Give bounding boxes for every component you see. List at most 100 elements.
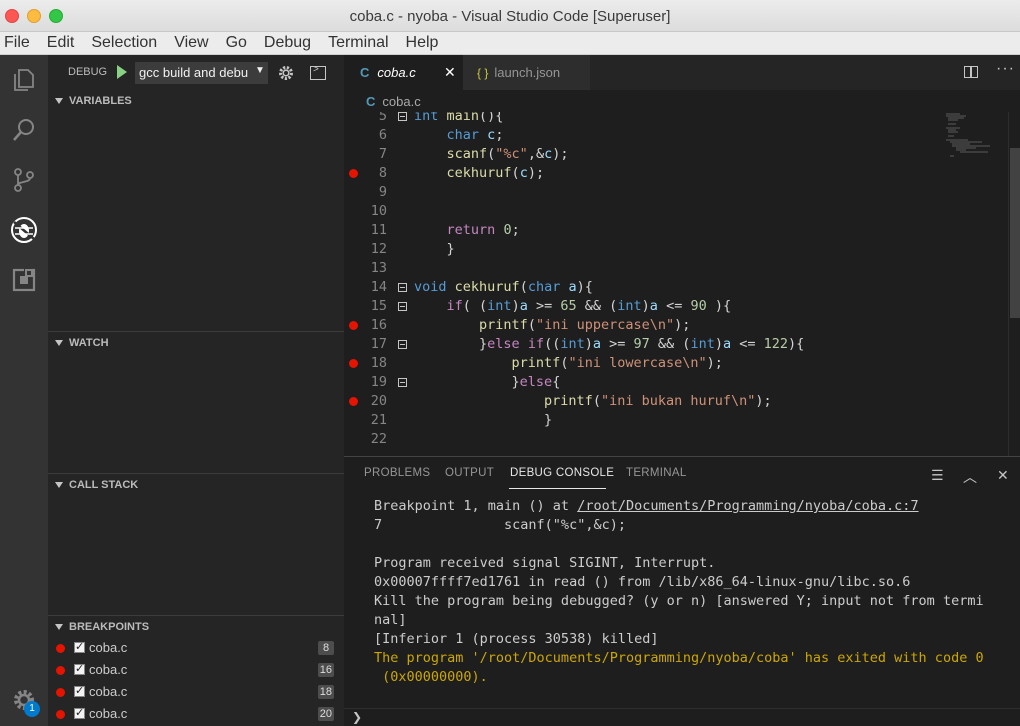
minimap[interactable] bbox=[946, 112, 1008, 456]
more-actions-icon[interactable]: ··· bbox=[996, 60, 1015, 78]
code-line: 11 return 0; bbox=[344, 221, 946, 240]
extensions-icon bbox=[12, 268, 36, 292]
breakpoint-item[interactable]: coba.c 18 bbox=[48, 681, 344, 703]
code-line: 18 printf("ini lowercase\n"); bbox=[344, 354, 946, 373]
menu-file[interactable]: File bbox=[4, 34, 30, 52]
menu-bar: File Edit Selection View Go Debug Termin… bbox=[0, 32, 1020, 55]
line-number: 22 bbox=[370, 431, 387, 447]
debug-icon bbox=[11, 217, 37, 243]
breakpoint-line-badge: 20 bbox=[317, 707, 334, 721]
scrollbar-thumb[interactable] bbox=[1010, 148, 1020, 318]
editor-tab-bar: C coba.c ✕ { } launch.json ··· bbox=[344, 55, 1020, 90]
breakpoint-line-badge: 18 bbox=[317, 685, 334, 699]
split-editor-icon[interactable] bbox=[964, 66, 978, 78]
breadcrumb-file[interactable]: coba.c bbox=[382, 94, 420, 109]
maximize-panel-icon[interactable]: ︿ bbox=[963, 467, 977, 487]
tab-debug-console[interactable]: DEBUG CONSOLE bbox=[510, 467, 614, 479]
breakpoint-file: coba.c bbox=[89, 640, 128, 655]
watch-title: WATCH bbox=[69, 336, 109, 349]
breakpoint-enable-checkbox[interactable] bbox=[74, 684, 85, 697]
fold-icon[interactable] bbox=[398, 283, 407, 292]
menu-terminal[interactable]: Terminal bbox=[328, 34, 388, 52]
minimap-preview bbox=[946, 113, 990, 157]
debug-toolbar: DEBUG gcc build and debu ▼ bbox=[48, 55, 344, 90]
tab-problems[interactable]: PROBLEMS bbox=[364, 467, 430, 479]
breakpoints-title: BREAKPOINTS bbox=[69, 620, 150, 633]
breakpoint-enable-checkbox[interactable] bbox=[74, 706, 85, 719]
tab-label: coba.c bbox=[377, 65, 416, 80]
notification-badge: 1 bbox=[24, 701, 40, 717]
line-number: 10 bbox=[370, 203, 387, 219]
breakpoint-item[interactable]: coba.c 16 bbox=[48, 659, 344, 681]
code-line: 20 printf("ini bukan huruf\n"); bbox=[344, 392, 946, 411]
line-number: 18 bbox=[370, 355, 387, 371]
code-line: 8 cekhuruf(c); bbox=[344, 164, 946, 183]
debug-label: DEBUG bbox=[68, 66, 108, 78]
debug-console-input[interactable]: ❯ bbox=[344, 708, 1020, 726]
debug-console-icon[interactable] bbox=[310, 64, 326, 80]
extensions-button[interactable] bbox=[0, 256, 48, 304]
code-line: 5 int main(){ bbox=[344, 112, 946, 126]
breakpoint-item[interactable]: coba.c 20 bbox=[48, 703, 344, 725]
tab-launch-json[interactable]: { } launch.json bbox=[463, 55, 590, 90]
activity-bar bbox=[0, 55, 48, 726]
breakpoint-dot-icon bbox=[56, 644, 65, 653]
console-line: Kill the program being debugged? (y or n… bbox=[374, 593, 984, 609]
fold-icon[interactable] bbox=[398, 340, 407, 349]
start-debugging-button[interactable] bbox=[117, 65, 127, 79]
breakpoint-enable-checkbox[interactable] bbox=[74, 640, 85, 653]
breakpoint-item[interactable]: coba.c 8 bbox=[48, 637, 344, 659]
call-stack-section-header[interactable]: CALL STACK bbox=[48, 473, 344, 495]
close-panel-icon[interactable]: ✕ bbox=[997, 467, 1009, 484]
line-number: 5 bbox=[378, 112, 387, 124]
menu-edit[interactable]: Edit bbox=[47, 34, 75, 52]
editor-scrollbar[interactable] bbox=[1008, 112, 1020, 456]
breakpoint-file: coba.c bbox=[89, 706, 128, 721]
manage-button[interactable] bbox=[0, 676, 48, 724]
line-number: 6 bbox=[378, 127, 387, 143]
code-line: 9 bbox=[344, 183, 946, 202]
menu-help[interactable]: Help bbox=[406, 34, 439, 52]
open-launch-json-gear-icon[interactable] bbox=[277, 64, 295, 82]
search-button[interactable] bbox=[0, 106, 48, 154]
breakpoint-enable-checkbox[interactable] bbox=[74, 662, 85, 675]
code-editor[interactable]: 5 int main(){ 6 char c; 7 scanf("%c",&c);… bbox=[344, 112, 946, 456]
tab-output[interactable]: OUTPUT bbox=[445, 467, 494, 479]
source-control-button[interactable] bbox=[0, 156, 48, 204]
console-line: 0x00007ffff7ed1761 in read () from /lib/… bbox=[374, 574, 911, 590]
breakpoint-line-badge: 16 bbox=[317, 663, 334, 677]
menu-selection[interactable]: Selection bbox=[91, 34, 157, 52]
fold-icon[interactable] bbox=[398, 302, 407, 311]
clear-console-icon[interactable]: ☰ bbox=[931, 467, 944, 484]
line-number: 12 bbox=[370, 241, 387, 257]
chevron-down-icon bbox=[55, 481, 63, 488]
line-number: 16 bbox=[370, 317, 387, 333]
fold-icon[interactable] bbox=[398, 378, 407, 387]
code-line: 16 printf("ini uppercase\n"); bbox=[344, 316, 946, 335]
variables-section-header[interactable]: VARIABLES bbox=[48, 90, 344, 112]
breakpoints-section-header[interactable]: BREAKPOINTS bbox=[48, 615, 344, 637]
launch-config-select[interactable]: gcc build and debu bbox=[135, 62, 268, 84]
line-number: 9 bbox=[378, 184, 387, 200]
line-number: 11 bbox=[370, 222, 387, 238]
menu-view[interactable]: View bbox=[174, 34, 208, 52]
tab-coba-c[interactable]: C coba.c ✕ bbox=[344, 55, 463, 90]
code-line: 6 char c; bbox=[344, 126, 946, 145]
menu-go[interactable]: Go bbox=[226, 34, 247, 52]
tab-terminal[interactable]: TERMINAL bbox=[626, 467, 687, 479]
breakpoint-file: coba.c bbox=[89, 684, 128, 699]
console-line: nal] bbox=[374, 612, 407, 628]
menu-debug[interactable]: Debug bbox=[264, 34, 311, 52]
source-link[interactable]: /root/Documents/Programming/nyoba/coba.c… bbox=[577, 498, 918, 514]
debug-button[interactable] bbox=[0, 206, 48, 254]
close-icon[interactable]: ✕ bbox=[444, 64, 456, 81]
line-number: 7 bbox=[378, 146, 387, 162]
line-number: 21 bbox=[370, 412, 387, 428]
json-file-icon: { } bbox=[477, 65, 489, 80]
code-line: 19 }else{ bbox=[344, 373, 946, 392]
fold-icon[interactable] bbox=[398, 112, 407, 121]
watch-section-header[interactable]: WATCH bbox=[48, 331, 344, 353]
bottom-panel: PROBLEMS OUTPUT DEBUG CONSOLE TERMINAL ☰… bbox=[344, 456, 1020, 726]
explorer-button[interactable] bbox=[0, 56, 48, 104]
line-number: 15 bbox=[370, 298, 387, 314]
